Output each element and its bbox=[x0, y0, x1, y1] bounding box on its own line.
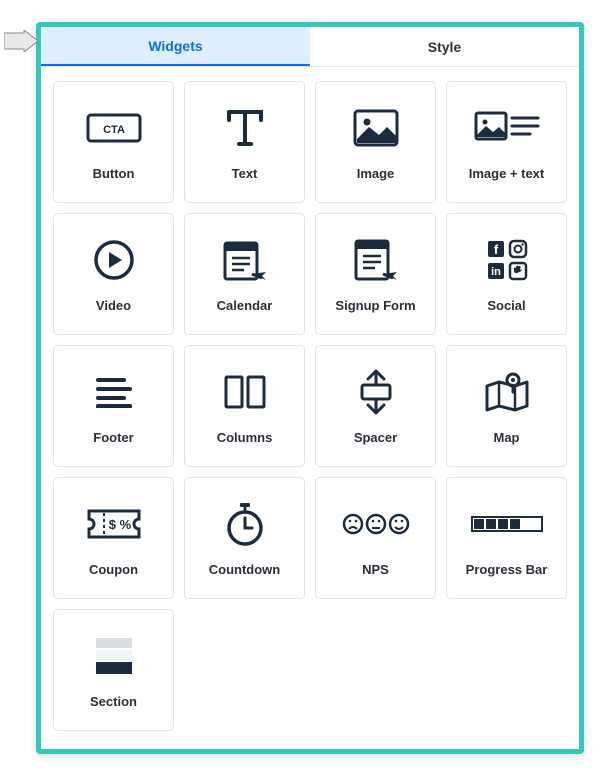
widget-coupon[interactable]: $ % Coupon bbox=[53, 477, 174, 599]
widget-progress-bar[interactable]: Progress Bar bbox=[446, 477, 567, 599]
widget-nps[interactable]: NPS bbox=[315, 477, 436, 599]
tab-style[interactable]: Style bbox=[310, 27, 579, 66]
tab-bar: Widgets Style bbox=[41, 27, 579, 67]
tab-widgets[interactable]: Widgets bbox=[41, 27, 310, 66]
progress-bar-icon bbox=[471, 500, 543, 548]
cta-button-icon: CTA bbox=[86, 104, 142, 152]
social-icons: f in bbox=[484, 236, 530, 284]
widget-label: Map bbox=[494, 430, 520, 445]
widget-label: Progress Bar bbox=[466, 562, 548, 577]
columns-icon bbox=[222, 368, 268, 416]
widget-video[interactable]: Video bbox=[53, 213, 174, 335]
nps-faces-icon bbox=[341, 500, 411, 548]
widget-map[interactable]: Map bbox=[446, 345, 567, 467]
widget-calendar[interactable]: Calendar bbox=[184, 213, 305, 335]
video-play-icon bbox=[92, 236, 136, 284]
widget-label: Coupon bbox=[89, 562, 138, 577]
widget-label: Text bbox=[232, 166, 258, 181]
widget-label: NPS bbox=[362, 562, 389, 577]
calendar-icon bbox=[222, 236, 268, 284]
widget-label: Countdown bbox=[209, 562, 280, 577]
svg-text:f: f bbox=[493, 242, 498, 257]
widget-columns[interactable]: Columns bbox=[184, 345, 305, 467]
form-icon bbox=[353, 236, 399, 284]
widget-label: Calendar bbox=[217, 298, 273, 313]
widget-button[interactable]: CTA Button bbox=[53, 81, 174, 203]
widget-spacer[interactable]: Spacer bbox=[315, 345, 436, 467]
widget-label: Social bbox=[487, 298, 525, 313]
widget-countdown[interactable]: Countdown bbox=[184, 477, 305, 599]
widgets-grid: CTA Button Text Image bbox=[41, 67, 579, 745]
widget-label: Image + text bbox=[469, 166, 545, 181]
widget-label: Image bbox=[357, 166, 395, 181]
coupon-icon: $ % bbox=[86, 500, 142, 548]
widgets-panel: Widgets Style CTA Button Text bbox=[36, 22, 584, 754]
stopwatch-icon bbox=[224, 500, 266, 548]
widget-label: Signup Form bbox=[335, 298, 415, 313]
widget-label: Columns bbox=[217, 430, 273, 445]
widget-label: Section bbox=[90, 694, 137, 709]
spacer-icon bbox=[356, 368, 396, 416]
widget-signup-form[interactable]: Signup Form bbox=[315, 213, 436, 335]
section-icon bbox=[92, 632, 136, 680]
svg-text:CTA: CTA bbox=[103, 124, 125, 136]
widget-label: Footer bbox=[93, 430, 133, 445]
text-icon bbox=[223, 104, 267, 152]
svg-text:in: in bbox=[491, 266, 501, 278]
widget-label: Button bbox=[93, 166, 135, 181]
widget-text[interactable]: Text bbox=[184, 81, 305, 203]
map-pin-icon bbox=[483, 368, 531, 416]
image-text-icon bbox=[474, 104, 540, 152]
widget-footer[interactable]: Footer bbox=[53, 345, 174, 467]
widget-image-text[interactable]: Image + text bbox=[446, 81, 567, 203]
image-icon bbox=[353, 104, 399, 152]
widget-label: Video bbox=[96, 298, 131, 313]
pointer-arrow-icon bbox=[4, 30, 38, 52]
widget-image[interactable]: Image bbox=[315, 81, 436, 203]
widget-section[interactable]: Section bbox=[53, 609, 174, 731]
widget-social[interactable]: f in Social bbox=[446, 213, 567, 335]
widget-label: Spacer bbox=[354, 430, 397, 445]
footer-lines-icon bbox=[92, 368, 136, 416]
svg-text:$ %: $ % bbox=[108, 517, 131, 532]
